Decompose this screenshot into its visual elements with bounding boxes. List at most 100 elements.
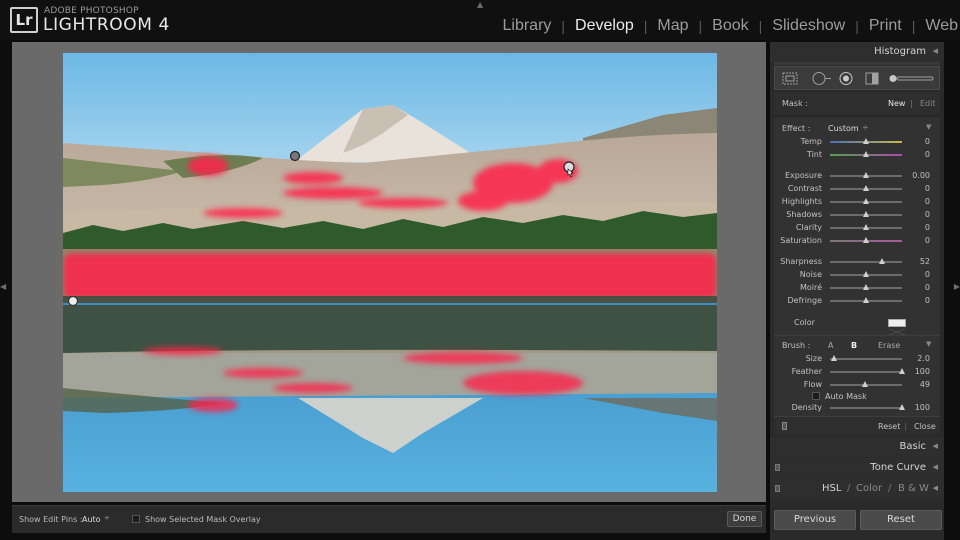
slider-value[interactable]: 0.00 xyxy=(908,171,930,180)
brush-erase-tab[interactable]: Erase xyxy=(878,341,900,350)
done-button[interactable]: Done xyxy=(727,511,762,527)
slider-thumb[interactable] xyxy=(878,258,885,264)
mask-overlay-checkbox[interactable] xyxy=(132,515,140,523)
show-edit-pins-select[interactable]: Auto xyxy=(82,515,101,524)
slider-value[interactable]: 2.0 xyxy=(908,354,930,363)
left-panel-toggle-icon[interactable]: ◀ xyxy=(0,282,6,291)
collapse-icon[interactable]: ◀ xyxy=(933,463,938,471)
mask-label: Mask : xyxy=(782,99,808,108)
slider-thumb[interactable] xyxy=(863,172,869,178)
collapse-icon[interactable]: ◀ xyxy=(933,484,938,492)
brand-title: LIGHTROOM 4 xyxy=(43,15,170,35)
select-caret-icon[interactable]: ÷ xyxy=(862,123,869,132)
effect-select[interactable]: Custom xyxy=(828,124,859,133)
panel-switch-icon[interactable] xyxy=(775,464,780,471)
bw-tab[interactable]: B & W xyxy=(898,483,929,494)
panel-collapse-icon[interactable]: ▼ xyxy=(926,123,931,131)
mask-edit-button[interactable]: Edit xyxy=(920,99,936,108)
brush-a-tab[interactable]: A xyxy=(828,341,833,350)
slider-thumb[interactable] xyxy=(863,297,869,303)
slider-value[interactable]: 49 xyxy=(908,380,930,389)
spot-removal-icon[interactable] xyxy=(811,71,831,86)
slider-thumb[interactable] xyxy=(863,237,869,243)
slider-thumb[interactable] xyxy=(899,368,905,374)
slider-value[interactable]: 0 xyxy=(908,283,930,292)
panel-collapse-icon[interactable]: ▼ xyxy=(926,340,931,348)
brush-b-tab[interactable]: B xyxy=(851,341,857,350)
slider-value[interactable]: 0 xyxy=(908,137,930,146)
mask-row: Mask : New | Edit xyxy=(774,92,940,114)
slider-thumb[interactable] xyxy=(863,271,869,277)
top-panel-toggle-icon[interactable]: ▲ xyxy=(477,0,483,9)
slider-value[interactable]: 100 xyxy=(908,367,930,376)
slider-value[interactable]: 0 xyxy=(908,150,930,159)
hsl-tab[interactable]: HSL xyxy=(822,483,841,494)
slider-value[interactable]: 0 xyxy=(908,210,930,219)
panel-switch-icon[interactable] xyxy=(782,422,787,430)
graduated-filter-icon[interactable] xyxy=(863,71,881,86)
slider-thumb[interactable] xyxy=(863,284,869,290)
reset-button[interactable]: Reset xyxy=(860,510,942,530)
module-slideshow[interactable]: Slideshow xyxy=(762,17,855,35)
color-label: Color xyxy=(794,318,815,327)
slider-thumb[interactable] xyxy=(863,151,869,157)
slider-value[interactable]: 0 xyxy=(908,236,930,245)
slider-thumb[interactable] xyxy=(863,198,869,204)
tone-curve-section-header[interactable]: Tone Curve ◀ xyxy=(770,458,944,478)
slider-track[interactable] xyxy=(830,371,902,373)
mask-overlay-label: Show Selected Mask Overlay xyxy=(145,515,261,524)
slider-track[interactable] xyxy=(830,261,902,263)
slider-thumb[interactable] xyxy=(830,355,837,361)
collapse-icon[interactable]: ◀ xyxy=(933,47,938,55)
brush-reset-button[interactable]: Reset xyxy=(878,422,900,431)
hsl-section-header[interactable]: HSL / Color / B & W ◀ xyxy=(770,479,944,499)
previous-button[interactable]: Previous xyxy=(774,510,856,530)
slider-value[interactable]: 0 xyxy=(908,184,930,193)
histogram-header[interactable]: Histogram ◀ xyxy=(770,42,944,62)
adjustment-brush-icon[interactable] xyxy=(887,71,937,86)
slider-thumb[interactable] xyxy=(863,185,869,191)
slider-thumb[interactable] xyxy=(899,404,905,410)
slider-label: Size xyxy=(805,354,822,363)
slider-thumb[interactable] xyxy=(863,224,869,230)
tab-separator: / xyxy=(847,483,851,494)
slider-label: Moiré xyxy=(799,283,822,292)
slider-thumb[interactable] xyxy=(863,138,869,144)
mask-new-button[interactable]: New xyxy=(888,99,905,108)
slider-thumb[interactable] xyxy=(862,381,869,387)
crop-overlay-icon[interactable] xyxy=(781,71,799,86)
module-develop[interactable]: Develop xyxy=(565,17,644,35)
slider-value[interactable]: 0 xyxy=(908,197,930,206)
color-tab[interactable]: Color xyxy=(856,483,882,494)
auto-mask-checkbox[interactable] xyxy=(812,392,820,400)
brush-close-button[interactable]: Close xyxy=(914,422,936,431)
panel-switch-icon[interactable] xyxy=(775,485,780,492)
module-print[interactable]: Print xyxy=(859,17,912,35)
red-eye-icon[interactable] xyxy=(837,71,855,86)
slider-value[interactable]: 0 xyxy=(908,270,930,279)
edit-pin[interactable] xyxy=(67,295,79,307)
slider-value[interactable]: 100 xyxy=(908,403,930,412)
slider-track[interactable] xyxy=(830,407,902,409)
slider-value[interactable]: 52 xyxy=(908,257,930,266)
brush-footer: Reset | Close xyxy=(774,416,940,434)
edit-pin[interactable] xyxy=(289,150,301,162)
slider-track[interactable] xyxy=(830,358,902,360)
collapse-icon[interactable]: ◀ xyxy=(933,442,938,450)
module-web[interactable]: Web xyxy=(915,17,960,35)
slider-value[interactable]: 0 xyxy=(908,223,930,232)
color-swatch[interactable] xyxy=(888,319,906,336)
slider-label: Defringe xyxy=(787,296,822,305)
slider-thumb[interactable] xyxy=(863,211,869,217)
footer-separator: | xyxy=(904,422,907,431)
module-map[interactable]: Map xyxy=(647,17,698,35)
slider-value[interactable]: 0 xyxy=(908,296,930,305)
right-panel-toggle-icon[interactable]: ▶ xyxy=(954,282,960,291)
slider-label: Exposure xyxy=(784,171,822,180)
basic-section-header[interactable]: Basic ◀ xyxy=(770,437,944,457)
photo-preview[interactable] xyxy=(63,53,717,492)
slider-label: Saturation xyxy=(780,236,822,245)
select-caret-icon[interactable]: ÷ xyxy=(104,514,110,522)
module-book[interactable]: Book xyxy=(702,17,758,35)
module-library[interactable]: Library xyxy=(493,17,562,35)
